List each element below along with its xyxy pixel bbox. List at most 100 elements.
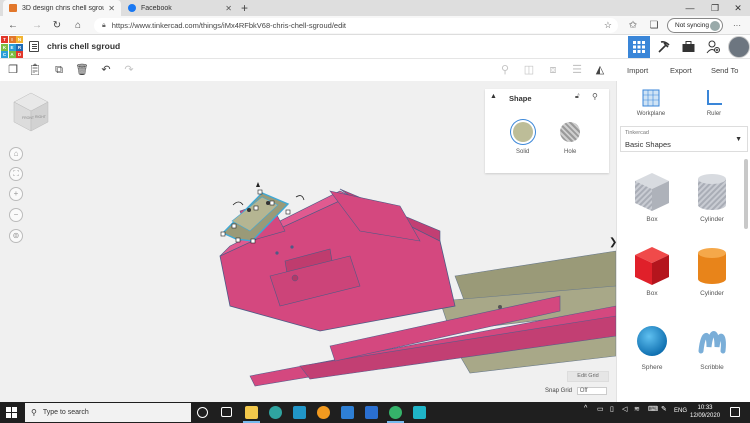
inspector-title: Shape — [509, 94, 532, 103]
design-list-icon[interactable] — [29, 41, 39, 52]
favorite-star-icon[interactable]: ☆ — [604, 20, 612, 31]
scribble-icon — [698, 331, 726, 354]
visibility-bulb-icon[interactable]: ⚲ — [592, 92, 598, 101]
clock-time: 10:33 — [697, 405, 713, 411]
store-icon[interactable] — [365, 406, 378, 419]
duplicate-icon[interactable]: ⧉ — [52, 63, 66, 77]
edge-chromium-icon[interactable] — [389, 406, 402, 419]
shape-sphere[interactable]: Sphere — [624, 321, 680, 371]
mail-icon[interactable] — [341, 406, 354, 419]
battery-icon[interactable]: ▯ — [610, 405, 614, 413]
network-icon[interactable]: ▭ — [597, 405, 604, 413]
solid-label: Solid — [516, 149, 530, 155]
taskbar-search-box[interactable]: ⚲ Type to search — [25, 403, 191, 422]
add-user-icon — [706, 40, 720, 54]
volume-icon[interactable]: ◁ — [622, 405, 627, 413]
tab-tinkercad[interactable]: 3D design chris chell sgroud | Ti ✕ — [3, 0, 121, 16]
lock-icon[interactable]: 🔓︎ — [575, 93, 580, 101]
edit-grid-button[interactable]: Edit Grid — [567, 371, 609, 382]
tray-chevron-icon[interactable]: ^ — [584, 405, 587, 412]
undo-icon[interactable]: ↶ — [99, 63, 113, 77]
workplane-label: Workplane — [636, 111, 666, 117]
shape-cylinder[interactable]: Cylinder — [684, 245, 740, 297]
align-icon[interactable]: ☰ — [570, 63, 584, 77]
workplane-icon — [642, 89, 660, 107]
cortana-icon[interactable] — [197, 407, 208, 418]
back-icon[interactable]: ← — [6, 19, 20, 32]
task-view-icon[interactable] — [221, 407, 232, 417]
bricks-view-button[interactable] — [677, 36, 699, 58]
solid-swatch[interactable] — [513, 122, 533, 142]
shape-scribble[interactable]: Scribble — [684, 321, 740, 371]
file-explorer-icon[interactable] — [245, 406, 258, 419]
cylinder-icon — [698, 248, 726, 284]
home-icon[interactable]: ⌂ — [71, 19, 85, 32]
design-name[interactable]: chris chell sgroud — [47, 41, 120, 51]
mirror-icon[interactable]: ◭ — [593, 63, 607, 77]
box-icon — [635, 247, 669, 285]
browser-navbar: ← → ↻ ⌂ 🔒︎ https://www.tinkercad.com/thi… — [0, 16, 750, 35]
reload-icon[interactable]: ↻ — [50, 19, 64, 32]
logo-letter: R — [16, 43, 23, 51]
forward-icon[interactable]: → — [30, 19, 44, 32]
panel-scrollbar[interactable] — [744, 159, 748, 229]
firefox-icon[interactable] — [317, 406, 330, 419]
notifications-icon[interactable] — [730, 407, 740, 417]
tinkercad-logo[interactable]: T I N K E R C A D — [1, 36, 23, 58]
system-clock[interactable]: 10:33 12/09/2020 — [690, 404, 720, 420]
hole-label: Hole — [564, 149, 577, 155]
shape-label: Scribble — [700, 364, 724, 371]
pen-icon[interactable]: ✎ — [661, 405, 667, 413]
delete-icon[interactable]: 🗑︎ — [75, 63, 89, 77]
send-to-button[interactable]: Send To — [711, 66, 738, 75]
maximize-icon[interactable]: ❐ — [703, 0, 727, 16]
close-tab-icon[interactable]: ✕ — [108, 4, 115, 13]
wifi-icon[interactable]: ≋ — [634, 405, 640, 413]
app-l-icon[interactable] — [293, 406, 306, 419]
shape-inspector: ▲ Shape 🔓︎ ⚲ Solid Hole — [485, 89, 609, 173]
collections-icon[interactable]: ❏ — [647, 19, 661, 32]
ruler-button[interactable]: Ruler — [689, 89, 739, 117]
logo-letter: T — [1, 36, 8, 43]
import-button[interactable]: Import — [627, 66, 648, 75]
briefcase-icon — [682, 41, 694, 52]
browser-menu-icon[interactable]: ··· — [730, 19, 744, 32]
favorites-icon[interactable]: ✩ — [626, 19, 640, 32]
app-c-icon[interactable] — [413, 406, 426, 419]
minimize-icon[interactable]: — — [678, 0, 702, 16]
paste-icon[interactable]: 📋︎ — [28, 63, 42, 77]
add-user-button[interactable] — [702, 36, 724, 58]
collapse-caret-icon[interactable]: ▲ — [490, 93, 497, 100]
copy-icon[interactable]: ❐ — [6, 63, 20, 77]
collapse-panel-chevron-icon[interactable]: ❯ — [609, 237, 616, 248]
tab-title: Facebook — [141, 4, 172, 12]
close-tab-icon[interactable]: ✕ — [225, 4, 232, 13]
blocks-view-button[interactable] — [653, 36, 675, 58]
show-all-icon[interactable]: ◫ — [522, 63, 536, 77]
group-icon[interactable]: ⧈ — [546, 63, 560, 77]
3d-design-view-button[interactable] — [628, 36, 650, 58]
export-button[interactable]: Export — [670, 66, 692, 75]
edge-icon[interactable] — [269, 406, 282, 419]
shape-library-select[interactable]: Tinkercad Basic Shapes ▼ — [620, 126, 748, 152]
close-window-icon[interactable]: ✕ — [726, 0, 750, 16]
start-windows-icon[interactable] — [6, 407, 17, 418]
address-bar[interactable]: 🔒︎ https://www.tinkercad.com/things/iMx4… — [94, 18, 618, 33]
keyboard-icon[interactable]: ⌨ — [648, 405, 658, 413]
shape-cylinder-hole[interactable]: Cylinder — [684, 171, 740, 223]
redo-icon[interactable]: ↷ — [122, 63, 136, 77]
dropdown-caret-icon: ▼ — [735, 136, 742, 143]
tab-facebook[interactable]: Facebook ✕ — [122, 0, 238, 16]
language-indicator[interactable]: ENG — [674, 408, 687, 414]
workplane-button[interactable]: Workplane — [626, 89, 676, 117]
user-avatar[interactable] — [728, 36, 750, 58]
shape-box[interactable]: Box — [624, 245, 680, 297]
hole-swatch[interactable] — [560, 122, 580, 142]
logo-letter: I — [8, 36, 16, 43]
shape-box-hole[interactable]: Box — [624, 171, 680, 223]
new-tab-button[interactable]: + — [241, 1, 248, 15]
snap-grid-select[interactable]: Off — [576, 387, 607, 395]
note-pin-icon[interactable]: ⚲ — [498, 63, 512, 77]
sync-status-button[interactable]: Not syncing — [667, 18, 723, 33]
shape-label: Box — [646, 216, 658, 223]
